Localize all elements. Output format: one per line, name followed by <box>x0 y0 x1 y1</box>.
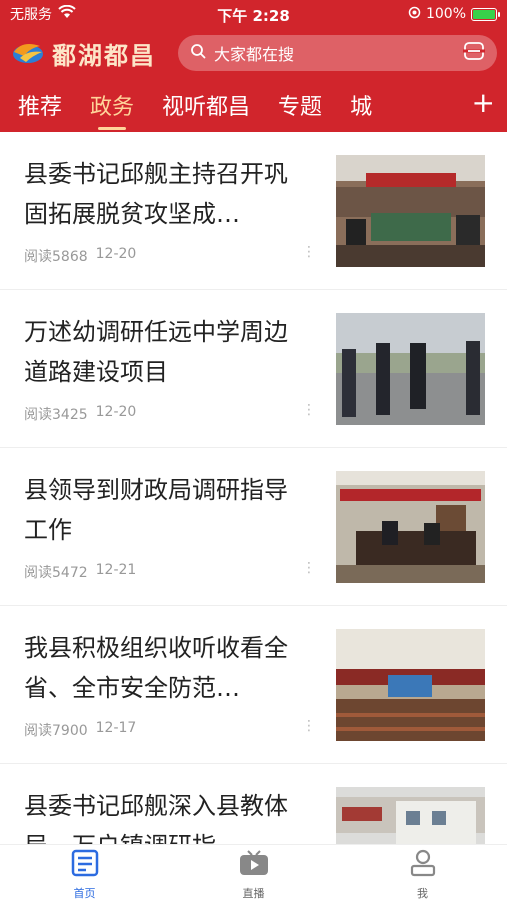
battery-percent: 100% <box>425 6 466 22</box>
article-title: 县委书记邱舰主持召开巩固拓展脱贫攻坚成… <box>24 160 288 228</box>
wifi-icon <box>58 4 76 23</box>
nav-home-label: 首页 <box>73 887 96 900</box>
publish-date: 12-20 <box>95 404 137 420</box>
more-icon[interactable]: ⋮ <box>302 244 316 260</box>
app-name: 鄱湖都昌 <box>52 41 156 70</box>
publish-date: 12-17 <box>95 720 137 736</box>
list-item[interactable]: 我县积极组织收听收看全省、全市安全防范… 阅读7900 12-17 ⋮ <box>0 606 507 764</box>
nav-me-label: 我 <box>417 887 428 900</box>
list-item[interactable]: 县领导到财政局调研指导工作 阅读5472 12-21 ⋮ <box>0 448 507 606</box>
publish-date: 12-20 <box>95 246 137 262</box>
news-list: 县委书记邱舰主持召开巩固拓展脱贫攻坚成… 阅读5868 12-20 ⋮ 万述幼调… <box>0 132 507 844</box>
top-bar: 鄱湖都昌 大家都在搜 <box>0 28 507 78</box>
nav-live[interactable]: 直播 <box>169 845 338 900</box>
tab-topics[interactable]: 专题 <box>278 89 322 121</box>
nav-me[interactable]: 我 <box>338 845 507 900</box>
list-item[interactable]: 县委书记邱舰深入县教体局、万户镇调研指 <box>0 764 507 844</box>
article-title: 县领导到财政局调研指导工作 <box>24 476 288 544</box>
app-logo: 鄱湖都昌 <box>10 36 170 71</box>
read-count: 阅读5868 <box>24 249 88 265</box>
tab-government[interactable]: 政务 <box>90 89 134 130</box>
search-icon <box>190 43 206 63</box>
more-icon[interactable]: ⋮ <box>302 560 316 576</box>
logo-mark-icon <box>13 44 43 63</box>
read-count: 阅读3425 <box>24 407 88 423</box>
tab-audiovisual[interactable]: 视听都昌 <box>162 89 250 121</box>
more-icon[interactable]: ⋮ <box>302 402 316 418</box>
add-channel-button[interactable]: + <box>472 88 495 118</box>
scan-icon[interactable] <box>463 41 485 65</box>
list-item[interactable]: 万述幼调研任远中学周边道路建设项目 阅读3425 12-20 ⋮ <box>0 290 507 448</box>
officials-on-road-photo <box>336 313 485 425</box>
news-home-icon <box>70 849 100 881</box>
orientation-lock-icon <box>408 6 421 23</box>
read-count: 阅读7900 <box>24 723 88 739</box>
battery-icon <box>471 7 500 21</box>
auditorium-photo <box>336 629 485 741</box>
search-placeholder: 大家都在搜 <box>214 45 295 64</box>
article-title: 万述幼调研任远中学周边道路建设项目 <box>24 318 288 386</box>
nav-live-label: 直播 <box>242 887 265 900</box>
publish-date: 12-21 <box>95 562 137 578</box>
status-bar: 无服务 下午 2:28 100% <box>0 0 507 28</box>
tab-recommend[interactable]: 推荐 <box>18 89 62 121</box>
app-header: 无服务 下午 2:28 100% 鄱湖都昌 大家都在搜 推荐 政务 视听都昌 专… <box>0 0 507 132</box>
article-title: 我县积极组织收听收看全省、全市安全防范… <box>24 634 288 702</box>
user-profile-icon <box>408 849 438 881</box>
channel-tabs: 推荐 政务 视听都昌 专题 城 + <box>0 78 507 132</box>
list-item[interactable]: 县委书记邱舰主持召开巩固拓展脱贫攻坚成… 阅读5868 12-20 ⋮ <box>0 132 507 290</box>
bottom-nav: 首页 直播 我 <box>0 844 507 900</box>
nav-home[interactable]: 首页 <box>0 845 169 900</box>
search-bar[interactable]: 大家都在搜 <box>178 35 497 71</box>
school-building-photo <box>336 787 485 844</box>
read-count: 阅读5472 <box>24 565 88 581</box>
carrier-label: 无服务 <box>10 7 52 23</box>
meeting-banner-photo <box>336 471 485 583</box>
meeting-room-photo <box>336 155 485 267</box>
tab-city[interactable]: 城 <box>350 89 372 121</box>
article-title: 县委书记邱舰深入县教体局、万户镇调研指 <box>24 792 288 844</box>
live-tv-icon <box>238 849 270 881</box>
more-icon[interactable]: ⋮ <box>302 718 316 734</box>
